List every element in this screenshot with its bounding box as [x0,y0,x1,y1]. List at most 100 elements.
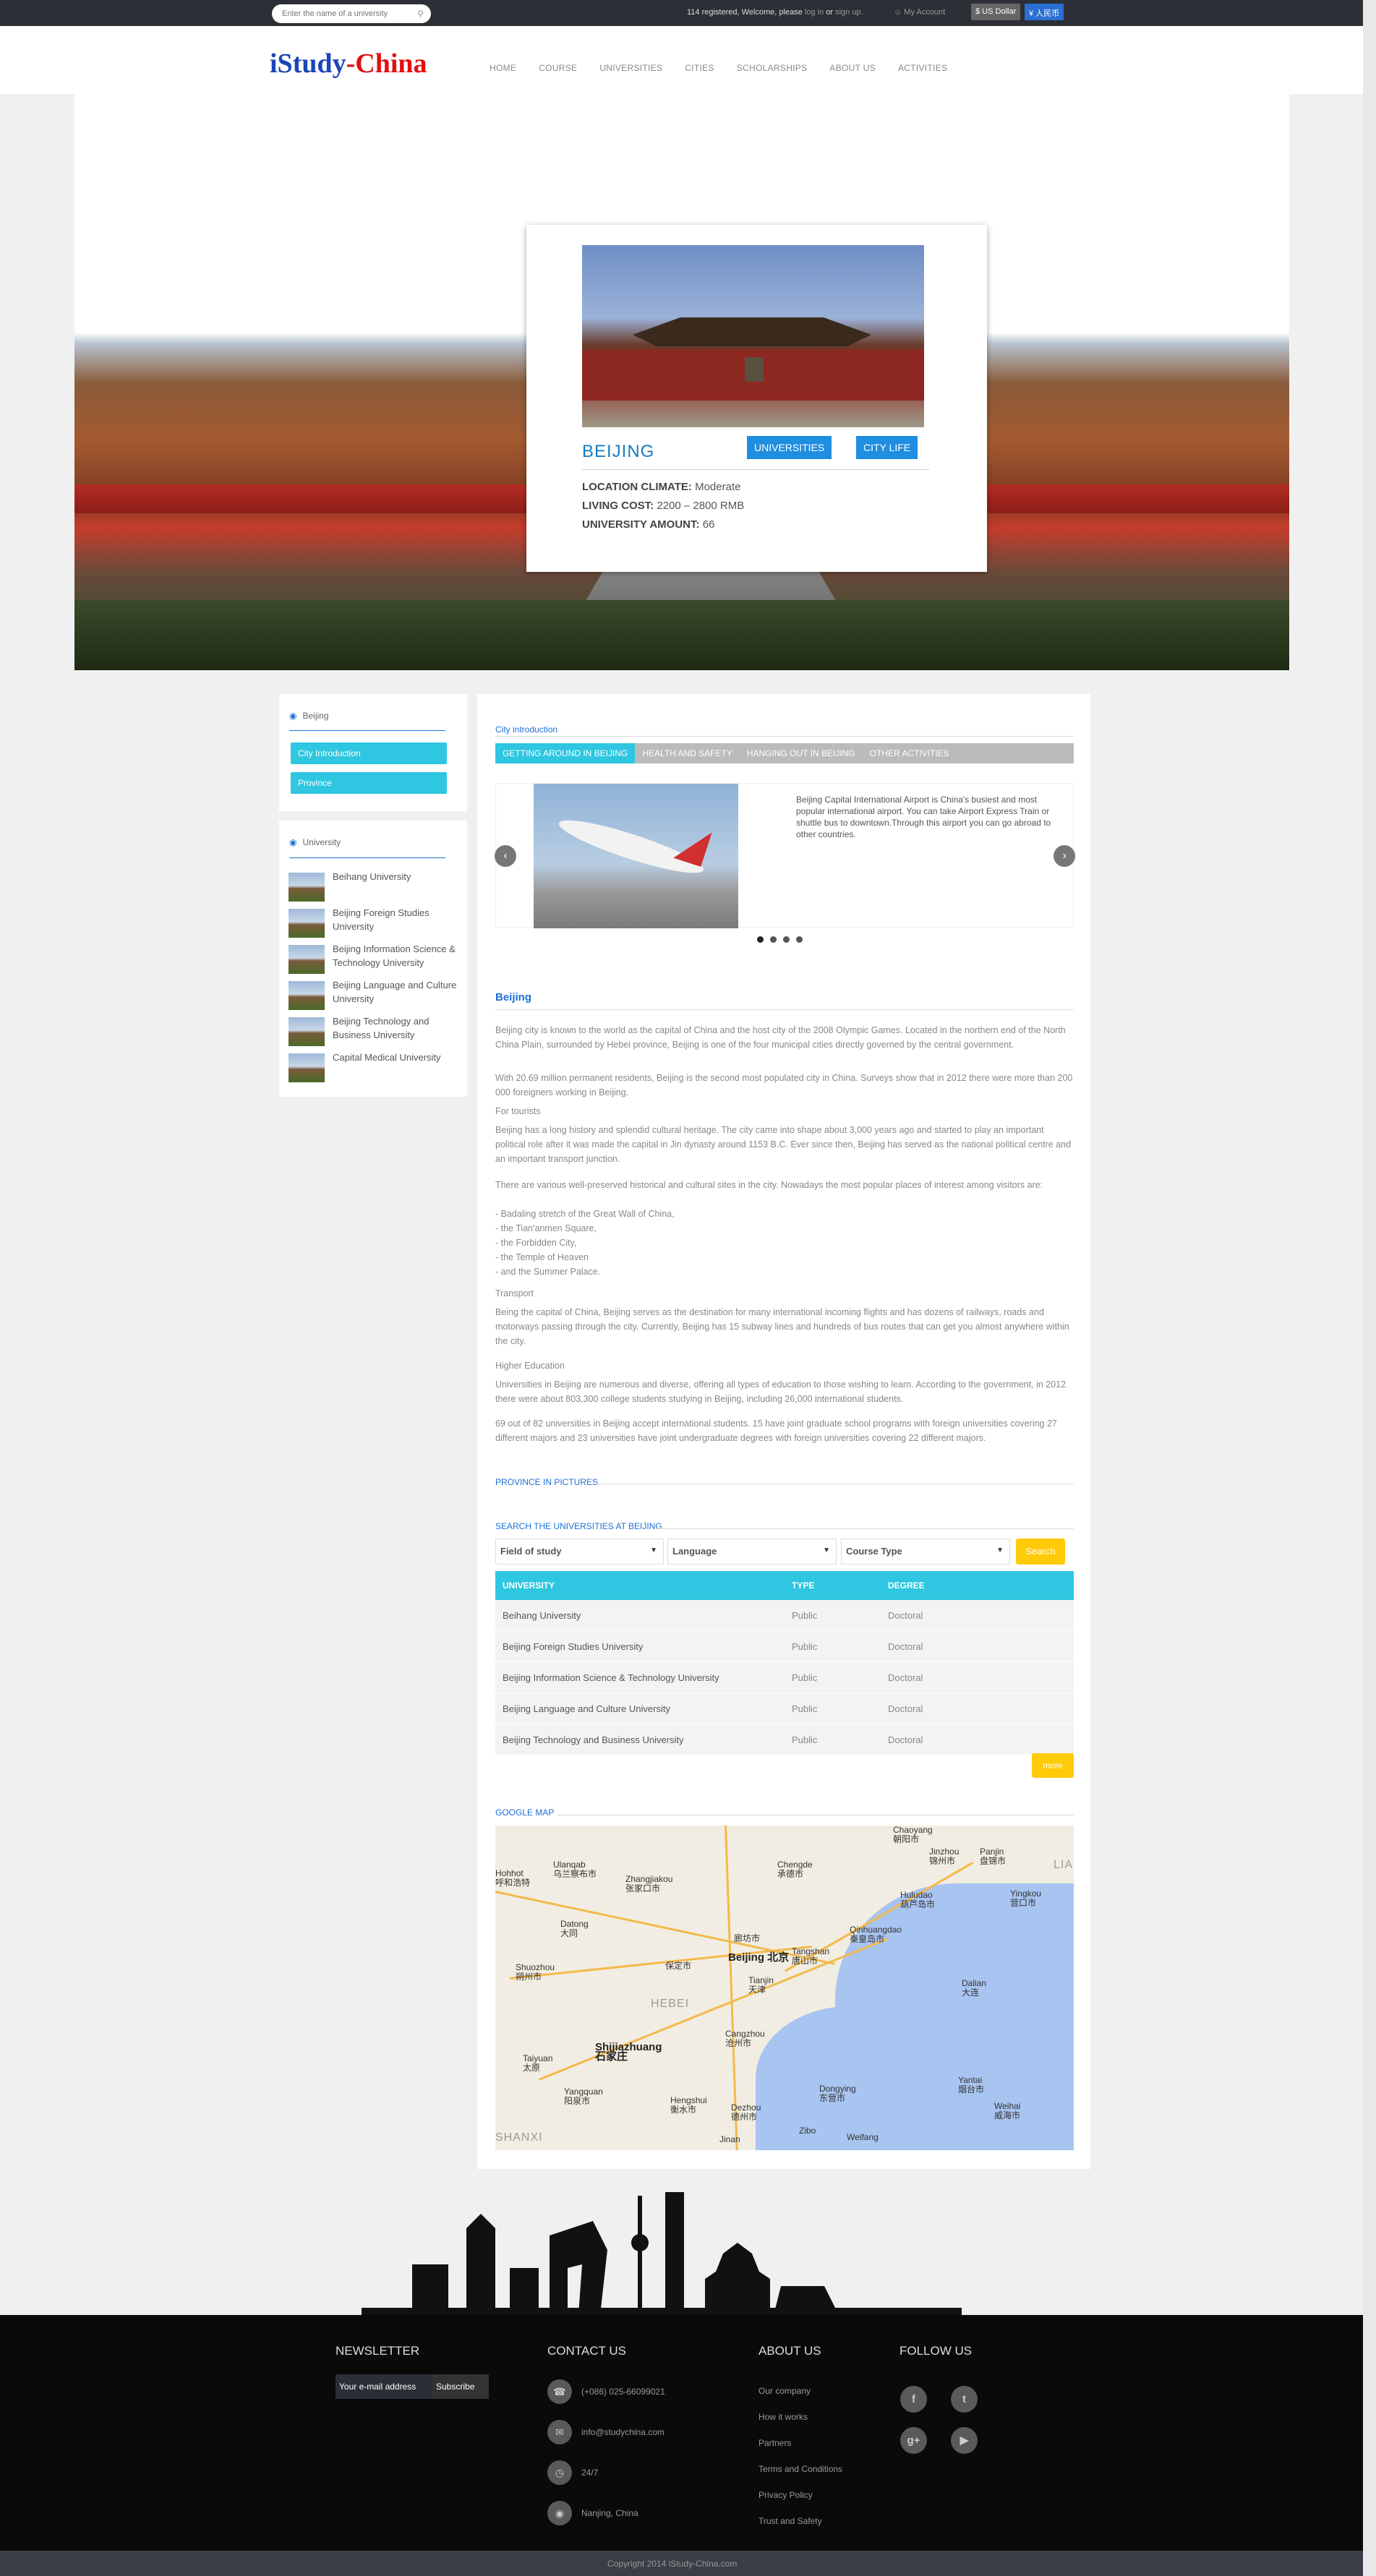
footer-link-how-it-works[interactable]: How it works [758,2412,808,2422]
slider-prev-icon[interactable]: ‹ [495,845,516,867]
google-plus-icon[interactable]: g+ [900,2427,927,2454]
table-row[interactable]: Beihang University Public Doctoral [495,1600,1074,1631]
tab-hanging-out[interactable]: HANGING OUT IN BEIJING [740,743,863,763]
search-button[interactable]: Search [1016,1539,1065,1565]
universities-button[interactable]: UNIVERSITIES [747,436,832,459]
cell-university[interactable]: Beijing Information Science & Technology… [503,1672,719,1683]
tab-other-activities[interactable]: OTHER ACTIVITIES [863,743,957,763]
cell-university[interactable]: Beihang University [503,1610,581,1621]
cell-degree: Doctoral [888,1672,923,1683]
site-logo[interactable]: iStudy-China [270,48,427,80]
footer-link-partners[interactable]: Partners [758,2438,791,2448]
cell-university[interactable]: Beijing Foreign Studies University [503,1641,643,1652]
living-cost-label: LIVING COST: [582,500,654,512]
th-type[interactable]: TYPE [792,1580,814,1591]
climate-value: Moderate [695,481,741,493]
footer-link-trust-safety[interactable]: Trust and Safety [758,2516,822,2526]
footer-link-privacy[interactable]: Privacy Policy [758,2490,813,2500]
city-life-button[interactable]: CITY LIFE [856,436,918,459]
list-item: - the Forbidden City, [495,1238,577,1248]
sidebar-university-item[interactable]: Beijing Foreign Studies University [289,906,462,941]
nav-activities[interactable]: ACTIVITIES [898,63,947,73]
map-label-hengshui: Hengshui 衡水市 [670,2095,707,2115]
sidebar-city-introduction[interactable]: City Introduction [291,743,447,764]
table-row[interactable]: Beijing Foreign Studies University Public… [495,1631,1074,1662]
nav-scholarships[interactable]: SCHOLARSHIPS [737,63,808,73]
course-type-select[interactable]: Course Type ▼ [841,1539,1010,1565]
main-nav: HOME COURSE UNIVERSITIES CITIES SCHOLARS… [490,63,970,73]
nav-course[interactable]: COURSE [539,63,577,73]
province-pictures-label[interactable]: PROVINCE IN PICTURES [495,1477,598,1487]
university-search-input[interactable] [272,4,402,23]
slide-caption: Beijing Capital International Airport is… [796,795,1051,839]
sidebar-city-title: ◉ Beijing [289,711,329,721]
nav-about-us[interactable]: ABOUT US [829,63,876,73]
more-button[interactable]: more [1032,1753,1074,1778]
facebook-icon[interactable]: f [900,2386,927,2413]
cell-university[interactable]: Beijing Technology and Business Universi… [503,1734,684,1745]
th-degree[interactable]: DEGREE [888,1580,925,1591]
envelope-icon: ✉ [547,2420,572,2444]
search-icon[interactable]: ⚲ [417,9,424,19]
slider-dot[interactable] [770,936,777,943]
table-row[interactable]: Beijing Information Science & Technology… [495,1662,1074,1693]
sidebar-university-item[interactable]: Capital Medical University [289,1050,462,1085]
nav-cities[interactable]: CITIES [685,63,714,73]
climate-row: LOCATION CLIMATE: Moderate [582,481,740,493]
table-row[interactable]: Beijing Technology and Business Universi… [495,1724,1074,1755]
sidebar-university-box: ◉ University Beihang University Beijing F… [279,821,467,1097]
th-university[interactable]: UNIVERSITY [503,1580,555,1591]
footer-link-our-company[interactable]: Our company [758,2386,811,2396]
google-map[interactable]: Hohhot 呼和浩特 Ulanqab 乌兰察布市 Zhangjiakou 张家… [495,1826,1074,2150]
site-footer: NEWSLETTER Your e-mail address Subscribe… [0,2315,1363,2551]
subscribe-button[interactable]: Subscribe [432,2374,489,2399]
table-row[interactable]: Beijing Language and Culture University P… [495,1693,1074,1724]
email-text[interactable]: info@studychina.com [581,2427,665,2437]
tab-getting-around[interactable]: GETTING AROUND IN BEIJING [495,743,636,763]
copyright-text: Copyright 2014 iStudy-China.com [607,2559,738,2569]
sidebar-university-item[interactable]: Beijing Language and Culture University [289,978,462,1013]
paragraph: 69 out of 82 universities in Beijing acc… [495,1418,1057,1443]
nav-universities[interactable]: UNIVERSITIES [599,63,662,73]
top-search-box[interactable]: ⚲ [272,4,431,23]
field-of-study-value: Field of study [500,1546,562,1557]
nav-home[interactable]: HOME [490,63,516,73]
map-label-shijiazhuang: Shijiazhuang 石家庄 [595,2041,662,2063]
dropdown-caret-icon: ▼ [823,1546,830,1554]
currency-rmb-button[interactable]: ¥ 人民币 [1025,4,1064,20]
map-label-tianjin: Tianjin 天津 [748,1975,774,1995]
list-item: - Badaling stretch of the Great Wall of … [495,1209,675,1219]
field-of-study-select[interactable]: Field of study ▼ [495,1539,664,1565]
signup-link[interactable]: sign up. [835,8,863,17]
currency-usd-button[interactable]: $ US Dollar [971,4,1021,20]
sidebar-university-item[interactable]: Beijing Information Science & Technology… [289,942,462,977]
university-amount-value: 66 [702,518,715,531]
map-label-baoding: 保定市 [665,1961,692,1971]
cell-university[interactable]: Beijing Language and Culture University [503,1703,670,1714]
footer-link-terms[interactable]: Terms and Conditions [758,2464,842,2474]
slider-dot[interactable] [783,936,790,943]
sidebar-university-item[interactable]: Beihang University [289,870,462,904]
page-scrollbar[interactable] [1363,0,1376,2576]
tab-health-safety[interactable]: HEALTH AND SAFETY [635,743,739,763]
twitter-icon[interactable]: t [951,2386,978,2413]
paragraph: For tourists [495,1106,541,1116]
map-bay [756,2006,944,2150]
footer-contact-email[interactable]: ✉ info@studychina.com [547,2420,750,2444]
cell-degree: Doctoral [888,1703,923,1714]
sidebar-university-item[interactable]: Beijing Technology and Business Universi… [289,1014,462,1049]
language-select[interactable]: Language ▼ [667,1539,837,1565]
search-rule [658,1528,1074,1529]
map-label-yantai: Yantai 烟台市 [958,2075,985,2094]
map-label-taiyuan: Taiyuan 太原 [523,2053,553,2073]
slider-dot[interactable] [796,936,803,943]
slider-dot[interactable] [757,936,764,943]
my-account-link[interactable]: ☺ My Account [894,8,945,17]
map-pin-icon: ◉ [289,837,297,847]
list-item: - the Tian'anmen Square, [495,1223,597,1233]
login-link[interactable]: log in [805,8,824,17]
newsletter-email-input[interactable]: Your e-mail address [336,2374,435,2399]
slider-next-icon[interactable]: › [1054,845,1075,867]
youtube-icon[interactable]: ▶ [951,2427,978,2454]
sidebar-province[interactable]: Province [291,772,447,794]
